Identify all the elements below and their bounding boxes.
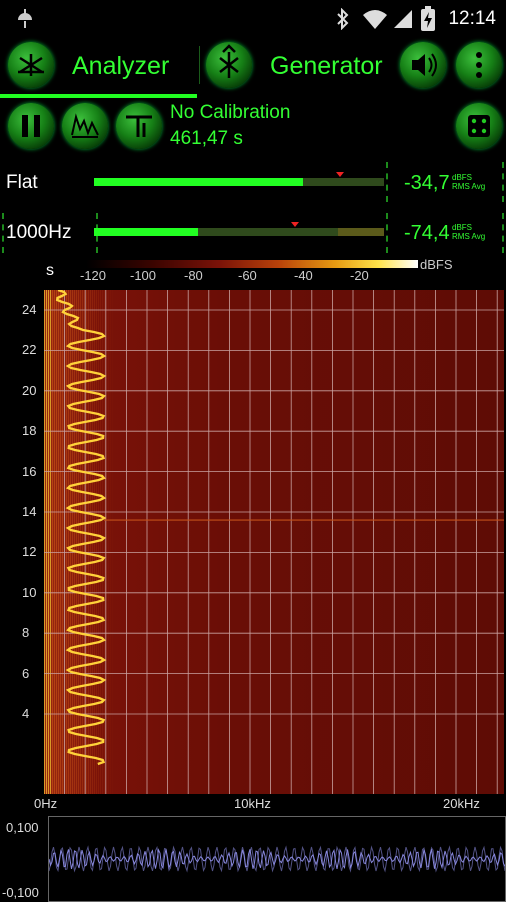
spectral-noise-band bbox=[80, 290, 81, 794]
spectrogram-y-tick-label: 8 bbox=[22, 625, 30, 641]
colorbar-tick-label: -40 bbox=[294, 268, 313, 283]
spectral-noise-band bbox=[108, 290, 109, 794]
meter-unit-top-flat: dBFS bbox=[452, 173, 473, 182]
meter-value-flat: -34,7 bbox=[404, 172, 450, 194]
bluetooth-icon bbox=[336, 7, 350, 35]
elapsed-time: 461,47 s bbox=[170, 128, 243, 149]
spectral-noise-band bbox=[54, 290, 55, 794]
meter-label-1000hz: 1000Hz bbox=[6, 222, 72, 243]
spectrum-view-icon[interactable] bbox=[62, 103, 108, 149]
spectral-noise-band bbox=[112, 290, 113, 794]
meter-level-flat bbox=[94, 178, 303, 186]
clock: 12:14 bbox=[448, 8, 496, 29]
status-bar: 12:14 bbox=[0, 0, 506, 38]
colorbar-tick-label: -80 bbox=[184, 268, 203, 283]
tab-divider bbox=[199, 46, 200, 84]
colorbar-tick-label: -120 bbox=[80, 268, 107, 283]
spectrogram-y-tick-label: 16 bbox=[22, 463, 37, 479]
spectral-noise-band bbox=[72, 290, 73, 794]
waveform-plot[interactable] bbox=[48, 816, 506, 902]
spectrogram-y-tick-label: 12 bbox=[22, 544, 37, 560]
calibration-status: No Calibration bbox=[170, 102, 291, 123]
spectrogram-y-tick-label: 24 bbox=[22, 302, 37, 317]
meter-level-1000hz bbox=[94, 228, 198, 236]
spectrogram-y-tick-label: 10 bbox=[22, 584, 37, 600]
spectrogram-plot[interactable] bbox=[44, 290, 504, 794]
meter-peak-marker-flat bbox=[336, 172, 344, 177]
spectral-noise-band bbox=[62, 290, 63, 794]
overflow-menu-icon[interactable] bbox=[456, 42, 502, 88]
spectrogram-x-tick-label: 10kHz bbox=[234, 796, 271, 811]
waveform-trace bbox=[49, 848, 505, 870]
dbfs-colorbar bbox=[86, 260, 418, 268]
analyzer-tab-icon[interactable] bbox=[8, 42, 54, 88]
colorbar-tick-label: -20 bbox=[350, 268, 369, 283]
spectral-noise-band bbox=[52, 290, 53, 794]
spectrogram-y-tick-label: 22 bbox=[22, 342, 37, 358]
active-tab-underline bbox=[0, 94, 197, 98]
tab-analyzer[interactable]: Analyzer bbox=[72, 52, 169, 81]
spectrogram-y-tick-label: 20 bbox=[22, 382, 37, 398]
spectral-noise-band bbox=[46, 290, 47, 794]
spectrogram-y-tick-label: 14 bbox=[22, 504, 37, 519]
colorbar-tick-label: -60 bbox=[238, 268, 257, 283]
dice-icon[interactable] bbox=[456, 103, 502, 149]
speaker-icon[interactable] bbox=[400, 42, 446, 88]
waveform-canvas bbox=[49, 845, 505, 873]
android-debug-icon bbox=[14, 8, 36, 35]
filter-icon[interactable] bbox=[116, 103, 162, 149]
colorbar-unit: dBFS bbox=[420, 257, 453, 272]
meter-value-1000hz: -74,4 bbox=[404, 222, 450, 244]
spectral-noise-band bbox=[58, 290, 59, 794]
battery-charging-icon bbox=[420, 6, 436, 37]
spectral-noise-band bbox=[74, 290, 75, 794]
waveform-y-bottom: -0,100 bbox=[2, 885, 39, 900]
spectral-noise-band bbox=[78, 290, 79, 794]
spectral-noise-band bbox=[76, 290, 77, 794]
spectral-noise-band bbox=[104, 290, 105, 794]
colorbar-tick-label: -100 bbox=[130, 268, 157, 283]
spectrogram-x-tick-label: 0Hz bbox=[34, 796, 58, 811]
tab-generator[interactable]: Generator bbox=[270, 52, 383, 81]
spectrogram-y-tick-label: 6 bbox=[22, 665, 30, 681]
cell-signal-icon bbox=[392, 8, 414, 35]
meter-label-flat: Flat bbox=[6, 172, 38, 193]
spectral-noise-band bbox=[44, 290, 45, 794]
meter-unit-top-1000hz: dBFS bbox=[452, 223, 473, 232]
pause-icon[interactable] bbox=[8, 103, 54, 149]
spectrogram-canvas bbox=[44, 290, 504, 794]
meter-peak-marker-1000hz bbox=[291, 222, 299, 227]
meter-unit-bottom-1000hz: RMS Avg bbox=[452, 232, 486, 241]
spectral-noise-band bbox=[82, 290, 83, 794]
spectral-noise-band bbox=[50, 290, 51, 794]
wifi-icon bbox=[362, 8, 388, 35]
spectral-noise-band bbox=[110, 290, 111, 794]
meter-warning-zone-1000hz bbox=[338, 228, 384, 236]
spectrogram-y-tick-label: 4 bbox=[22, 706, 30, 721]
generator-tab-icon[interactable] bbox=[206, 42, 252, 88]
spectrogram-x-tick-label: 20kHz bbox=[443, 796, 480, 811]
spectrogram-y-tick-label: 18 bbox=[22, 423, 37, 439]
spectral-noise-band bbox=[48, 290, 49, 794]
waveform-y-top: 0,100 bbox=[6, 820, 39, 835]
spectral-noise-band bbox=[56, 290, 57, 794]
time-axis-unit: s bbox=[46, 262, 54, 279]
spectral-noise-band bbox=[60, 290, 61, 794]
meter-unit-bottom-flat: RMS Avg bbox=[452, 182, 486, 191]
